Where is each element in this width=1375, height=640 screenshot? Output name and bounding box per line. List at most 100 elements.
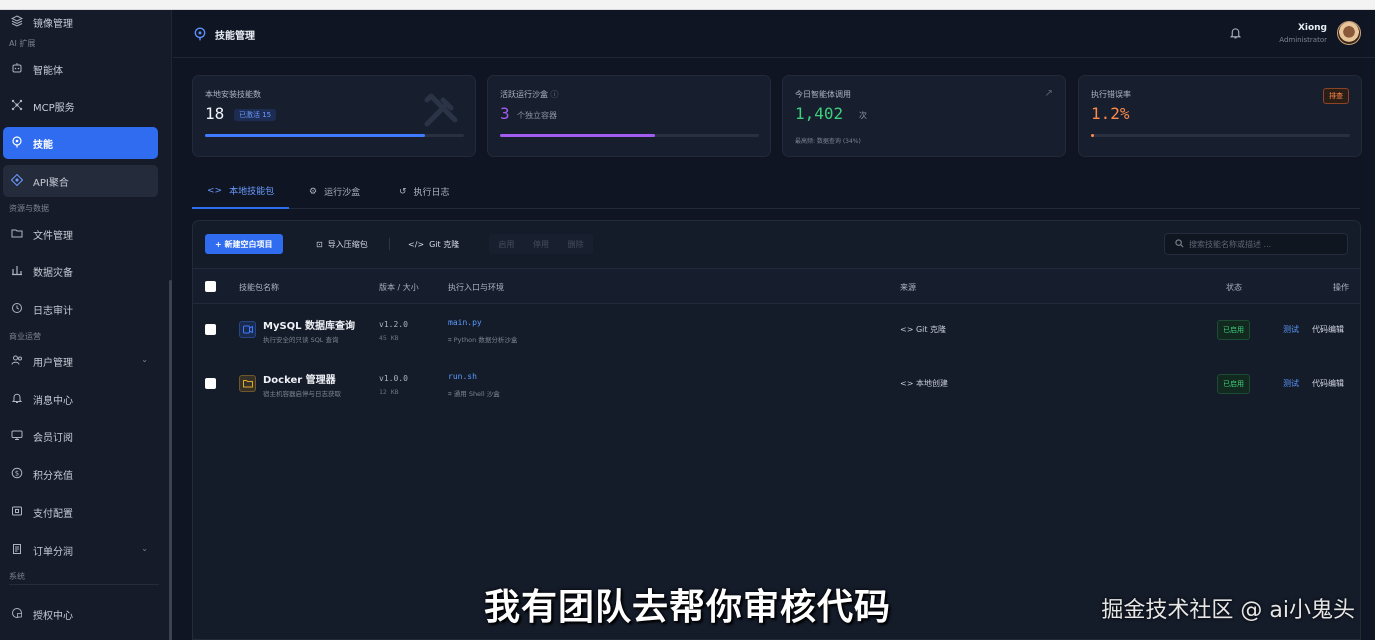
table-row[interactable]: MySQL 数据库查询 执行安全的只读 SQL 查询 v1.2.0 45 KB … [193,303,1360,357]
stat-value: 3 [500,104,510,123]
package-version: v1.2.0 [379,320,408,329]
sidebar-item-users[interactable]: 用户管理 ⌄ [3,345,158,377]
tab-sandboxes[interactable]: ⚙ 运行沙盒 [294,174,375,209]
search-icon [1175,238,1184,250]
stat-card-sandboxes: 活跃运行沙盒 ⓘ 3 个独立容器 [487,75,771,157]
import-zip-button[interactable]: ⊡ 导入压缩包 [308,234,376,254]
section-resources: 资源与数据 [9,204,49,213]
stat-card-installed: 本地安装技能数 18 已激活 15 [192,75,476,157]
disable-button[interactable]: 停用 [533,239,549,250]
stat-unit: 次 [859,111,867,120]
cube-icon: ⚙ [309,186,318,197]
sidebar-item-skills[interactable]: 技能 [3,127,158,159]
sidebar-item-mcp[interactable]: MCP服务 [3,90,158,122]
col-name: 技能包名称 [239,283,279,292]
chevron-down-icon[interactable]: ⌄ [141,355,148,364]
row-checkbox[interactable] [205,378,216,389]
coin-icon: $ [10,467,24,481]
test-button[interactable]: 测试 [1283,378,1299,389]
package-icon [239,321,256,338]
sidebar-item-label: 日志审计 [33,305,73,317]
search-input[interactable] [1189,239,1339,249]
sidebar-item-agent[interactable]: 智能体 [3,53,158,85]
status-badge: 已启用 [1217,374,1250,394]
toolbar-divider [389,238,390,250]
enable-button[interactable]: 启用 [498,239,514,250]
sidebar-item-label: 技能 [33,139,53,151]
stat-card-error-rate: 执行错误率 1.2% 排查 [1078,75,1362,157]
sidebar-item-audit[interactable]: 日志审计 [3,293,158,325]
test-button[interactable]: 测试 [1283,324,1299,335]
stat-card-calls: 今日智能体调用 1,402 次 ↗ 最高频: 数据查询 (34%) [782,75,1066,157]
avatar[interactable] [1337,21,1361,45]
chevron-down-icon[interactable]: ⌄ [141,544,148,553]
sidebar-item-api[interactable]: API聚合 [3,165,158,197]
sidebar-item-membership[interactable]: 会员订阅 [3,420,158,452]
entry-file[interactable]: run.sh [448,372,477,381]
package-desc: 宿主机容器启停与日志获取 [263,390,341,398]
git-clone-button[interactable]: </> Git 克隆 [400,234,467,254]
table-header: 技能包名称 版本 / 大小 执行入口与环境 来源 状态 操作 [193,268,1360,304]
svg-text:$: $ [15,470,19,478]
sidebar: 镜像管理 AI 扩展 智能体 MCP服务 技能 API聚合 资源与数据 文件管理 [0,10,172,640]
top-header: 技能管理 Xiong Administrator [173,10,1375,58]
sidebar-item-points[interactable]: $ 积分充值 [3,458,158,490]
investigate-button[interactable]: 排查 [1323,88,1349,104]
sidebar-item-files[interactable]: 文件管理 [3,218,158,250]
sidebar-item-orders[interactable]: 订单分润 ⌄ [3,534,158,566]
tab-bar: <> 本地技能包 ⚙ 运行沙盒 ↺ 执行日志 [192,174,1360,209]
stat-label: 活跃运行沙盒 ⓘ [500,90,559,99]
select-all-checkbox[interactable] [205,281,216,292]
skill-icon [10,136,24,150]
stat-sub: 最高频: 数据查询 (34%) [795,138,861,145]
delete-button[interactable]: 删除 [568,239,584,250]
wallet-icon [10,505,24,519]
tab-logs[interactable]: ↺ 执行日志 [384,174,465,209]
stat-label: 今日智能体调用 [795,90,851,99]
sidebar-item-messages[interactable]: 消息中心 [3,383,158,415]
package-size: 45 KB [379,334,399,342]
code-icon: <> [900,325,914,334]
col-actions: 操作 [1333,283,1349,292]
package-source: <> 本地创建 [900,379,948,388]
new-project-button[interactable]: + 新建空白项目 [205,234,283,254]
edit-code-button[interactable]: 代码编辑 [1312,378,1344,389]
package-desc: 执行安全的只读 SQL 查询 [263,336,339,344]
monitor-icon [10,429,24,443]
terminal-icon: ⌗ [448,336,452,344]
row-checkbox[interactable] [205,324,216,335]
col-status: 状态 [1226,283,1242,292]
sandbox-env: ⌗ Python 数据分析沙盒 [448,336,518,344]
search-box[interactable] [1164,233,1348,255]
stat-value: 1.2% [1091,104,1130,123]
sidebar-item-label: 智能体 [33,65,63,77]
user-name: Xiong [1297,23,1327,33]
sidebar-item-backup[interactable]: 数据灾备 [3,255,158,287]
section-ai: AI 扩展 [9,39,36,48]
edit-code-button[interactable]: 代码编辑 [1312,324,1344,335]
stat-unit: 个独立容器 [517,111,557,120]
sidebar-item-label: 文件管理 [33,230,73,242]
progress-bar [1091,134,1350,137]
notification-bell-icon[interactable] [1229,25,1243,41]
sidebar-item-label: 会员订阅 [33,432,73,444]
entry-file[interactable]: main.py [448,318,482,327]
package-name: Docker 管理器 [263,375,336,386]
sidebar-item-payment[interactable]: 支付配置 [3,496,158,528]
trend-up-icon: ↗ [1044,88,1053,99]
stat-value: 18 [205,104,225,123]
stat-value: 1,402 [795,104,844,123]
layers-icon [10,15,24,29]
sidebar-item-label: MCP服务 [33,102,75,114]
watermark: 掘金技术社区 @ ai小鬼头 [1101,598,1355,623]
tab-local-packages[interactable]: <> 本地技能包 [192,174,290,209]
packages-panel: + 新建空白项目 ⊡ 导入压缩包 </> Git 克隆 启用 停用 删除 技能包… [192,220,1361,640]
package-name: MySQL 数据库查询 [263,321,356,332]
page-title: 技能管理 [215,31,255,42]
nodes-icon [10,99,24,113]
code-icon: </> [408,239,425,249]
sandbox-env: ⌗ 通用 Shell 沙盒 [448,390,500,398]
table-row[interactable]: Docker 管理器 宿主机容器启停与日志获取 v1.0.0 12 KB run… [193,357,1360,411]
sidebar-item-image[interactable]: 镜像管理 [3,6,158,38]
code-icon: <> [207,185,223,196]
